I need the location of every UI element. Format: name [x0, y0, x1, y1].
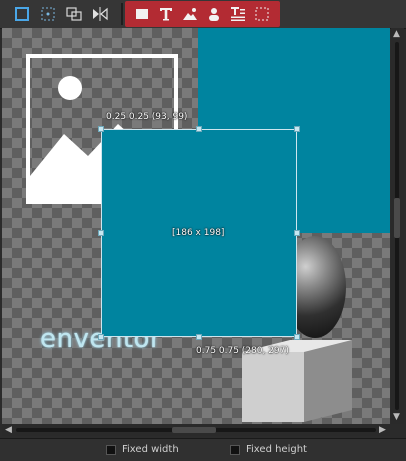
fixed-height-label: Fixed height — [246, 444, 307, 455]
fixed-width-checkbox[interactable] — [106, 444, 116, 455]
horizontal-thumb[interactable] — [172, 427, 216, 433]
handle-top-center[interactable] — [196, 126, 202, 132]
handle-middle-left[interactable] — [98, 230, 104, 236]
scroll-up-icon[interactable]: ▲ — [393, 29, 400, 39]
image-icon[interactable] — [180, 4, 200, 24]
insert-tools — [125, 1, 280, 27]
scroll-down-icon[interactable]: ▼ — [393, 412, 400, 422]
bottom-bar: Fixed width Fixed height — [0, 438, 406, 461]
fixed-height-checkbox[interactable] — [230, 444, 240, 455]
layout-canvas[interactable]: enventor 0.25 0.25 (93, 99) [186 x 198] … — [2, 28, 390, 424]
handle-bottom-right[interactable] — [294, 334, 300, 340]
select-rect-icon[interactable] — [12, 4, 32, 24]
readout-size: [186 x 198] — [172, 228, 225, 238]
scroll-right-icon[interactable]: ▶ — [379, 425, 386, 435]
horizontal-scrollbar[interactable]: ◀ ▶ — [2, 424, 390, 436]
dotted-grid-icon[interactable] — [38, 4, 58, 24]
rectangle-icon[interactable] — [132, 4, 152, 24]
fixed-width-label: Fixed width — [122, 444, 179, 455]
scroll-left-icon[interactable]: ◀ — [5, 425, 12, 435]
vertical-thumb[interactable] — [394, 198, 400, 238]
textblock-icon[interactable] — [228, 4, 248, 24]
text-icon[interactable] — [156, 4, 176, 24]
handle-bottom-center[interactable] — [196, 334, 202, 340]
readout-top-left: 0.25 0.25 (93, 99) — [106, 112, 188, 122]
handle-top-left[interactable] — [98, 126, 104, 132]
fixed-width-option[interactable]: Fixed width — [106, 444, 179, 455]
toolbar-separator — [121, 3, 123, 25]
fixed-height-option[interactable]: Fixed height — [230, 444, 307, 455]
handle-middle-right[interactable] — [294, 230, 300, 236]
mirror-icon[interactable] — [90, 4, 110, 24]
toolbar — [0, 0, 406, 29]
overlap-rects-icon[interactable] — [64, 4, 84, 24]
view-tools — [12, 4, 110, 24]
vertical-scrollbar[interactable]: ▲ ▼ — [391, 28, 404, 424]
spacer-icon[interactable] — [252, 4, 272, 24]
readout-bottom-right: 0.75 0.75 (280, 297) — [196, 346, 289, 356]
person-icon[interactable] — [204, 4, 224, 24]
handle-top-right[interactable] — [294, 126, 300, 132]
handle-bottom-left[interactable] — [98, 334, 104, 340]
